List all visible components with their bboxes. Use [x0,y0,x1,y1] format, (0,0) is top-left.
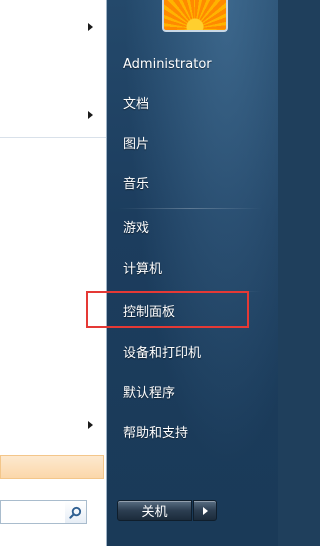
all-programs-highlight[interactable] [0,455,104,479]
search-input[interactable] [0,500,87,524]
chevron-right-icon[interactable] [88,421,93,429]
menu-item-devices-printers[interactable]: 设备和打印机 [123,346,201,362]
programs-pane [0,0,107,546]
divider [118,291,262,292]
menu-item-computer[interactable]: 计算机 [123,262,162,278]
arrow-right-icon [202,506,208,515]
menu-item-default-programs[interactable]: 默认程序 [123,386,175,402]
divider [118,208,262,209]
user-avatar[interactable] [162,0,228,32]
menu-item-help-support[interactable]: 帮助和支持 [123,426,188,442]
search-icon [69,506,82,519]
menu-item-control-panel[interactable]: 控制面板 [123,305,175,321]
shutdown-button[interactable]: 关机 [117,500,192,521]
divider [0,137,106,138]
shutdown-options-button[interactable] [193,500,217,521]
menu-item-games[interactable]: 游戏 [123,221,149,237]
search-button[interactable] [65,500,87,524]
chevron-right-icon[interactable] [88,111,93,119]
menu-item-music[interactable]: 音乐 [123,177,149,193]
menu-item-documents[interactable]: 文档 [123,97,149,113]
chevron-right-icon[interactable] [88,23,93,31]
menu-item-pictures[interactable]: 图片 [123,137,149,153]
programs-list [0,0,106,448]
menu-item-administrator[interactable]: Administrator [123,57,212,73]
